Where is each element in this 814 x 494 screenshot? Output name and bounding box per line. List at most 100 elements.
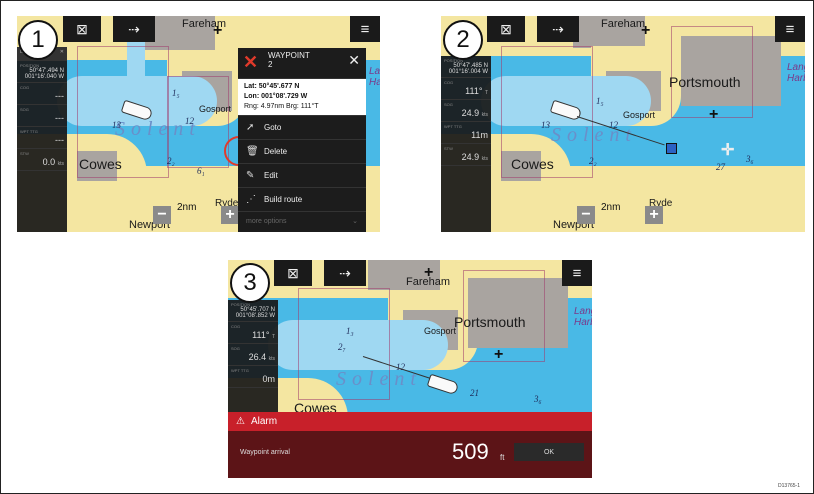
waypoint-context-menu: ✕ WAYPOINT 2 ✕ Lat: 50°45'.677 N Lon: 00… [238, 48, 366, 232]
stw-label: STW [444, 146, 453, 151]
waypoint-cross-icon[interactable]: + [641, 22, 650, 40]
depth-sounding: 3₆ [746, 154, 754, 164]
vessel-mode-icon[interactable]: ⇢ [324, 260, 366, 286]
menu-icon[interactable]: ≡ [562, 260, 592, 286]
vessel-mode-icon[interactable]: ⇢ [113, 16, 155, 42]
menu-item-build-route[interactable]: ⋰ Build route [238, 187, 366, 211]
place-fareham: Fareham [601, 18, 646, 30]
goto-icon: ➚ [246, 122, 255, 133]
depth-sounding: 3₆ [534, 394, 542, 404]
sog-value: --- [55, 113, 64, 123]
wpt-ttg-value: 11m [471, 130, 488, 140]
menu-item-label: Delete [264, 147, 288, 156]
chevron-down-icon: ⌄ [352, 218, 358, 225]
waypoint-cross-icon[interactable]: + [494, 346, 503, 364]
position-lon: 001°16'.040 W [24, 74, 64, 80]
sog-label: SOG [20, 107, 29, 112]
chart-panel-2[interactable]: Fareham Gosport Portsmouth Cowes Ryde Ne… [441, 16, 805, 232]
chart-panel-1[interactable]: Fareham Gosport Cowes Ryde Newport Langs… [17, 16, 380, 232]
alarm-dialog: ⚠ Alarm Waypoint arrival 509 ft OK [228, 412, 592, 478]
zoom-out-button[interactable]: − [153, 206, 171, 224]
alarm-distance-value: 509 [452, 439, 489, 464]
step-badge-2: 2 [443, 20, 483, 60]
place-gosport: Gosport [199, 104, 232, 114]
wpt-ttg-value: 0m [262, 374, 275, 384]
place-gosport: Gosport [424, 326, 457, 336]
sog-label: SOG [231, 346, 240, 351]
menu-icon[interactable]: ≡ [775, 16, 805, 42]
wpt-ttg-label: WPT TTG [20, 129, 38, 134]
position-label: POSITION [20, 63, 40, 68]
place-portsmouth: Portsmouth [454, 314, 526, 330]
position-lon: 001°16'.004 W [448, 69, 488, 75]
route-icon: ⋰ [246, 194, 256, 205]
depth-sounding: 2₂ [589, 156, 597, 166]
depth-sounding: 1₃ [346, 326, 354, 336]
data-sidebar: POSITION 50°47'.485 N 001°16'.004 W COG … [441, 56, 491, 232]
alarm-ok-button[interactable]: OK [514, 443, 584, 461]
scale-label: 2nm [601, 202, 621, 213]
stw-value: 0.0 kts [17, 156, 67, 168]
depth-sounding: 6₁ [197, 166, 205, 176]
waypoint-info: Lat: 50°45'.677 N Lon: 001°08'.729 W Rng… [238, 79, 366, 115]
more-options-label: more options [246, 217, 287, 225]
menu-item-label: Build route [264, 195, 303, 204]
cog-unit: T [271, 334, 275, 340]
alarm-body: Waypoint arrival 509 ft OK [228, 431, 592, 478]
waypoint-number: 2 [268, 60, 273, 69]
zoom-in-button[interactable]: + [221, 206, 239, 224]
waypoint-tool-icon[interactable]: ⊠ [274, 260, 312, 286]
trash-icon: 🗑 [246, 146, 259, 157]
close-icon[interactable]: ✕ [348, 52, 360, 69]
stw-label: STW [20, 151, 29, 156]
alarm-title: Alarm [250, 416, 278, 427]
data-sidebar: POSITION 50°45'.707 N 001°08'.852 W COG … [228, 300, 278, 412]
sog-value: 26.4 kts [228, 351, 278, 363]
zoom-in-button[interactable]: + [645, 206, 663, 224]
cog-value: 111° T [228, 329, 278, 341]
depth-sounding: 2₂ [167, 156, 175, 166]
place-langstone: Langst... Harbo... [574, 306, 592, 328]
menu-item-label: Edit [264, 171, 278, 180]
menu-item-goto[interactable]: ➚ Goto [238, 115, 366, 139]
waypoint-cross-icon[interactable]: + [213, 22, 222, 40]
vessel-mode-icon[interactable]: ⇢ [537, 16, 579, 42]
wpt-ttg-label: WPT TTG [231, 368, 249, 373]
alarm-message: Waypoint arrival [240, 449, 290, 456]
cog-number: 111° [465, 86, 483, 96]
waypoint-title: WAYPOINT 2 [268, 51, 310, 69]
step-badge-1: 1 [18, 20, 58, 60]
depth-sounding: 1₅ [596, 96, 604, 106]
waypoint-tool-icon[interactable]: ⊠ [63, 16, 101, 42]
menu-item-delete[interactable]: 🗑 Delete [238, 139, 366, 163]
waypoint-marker-icon[interactable] [666, 143, 677, 154]
depth-sounding: 13 [112, 120, 121, 130]
more-options-button[interactable]: more options ⌄ [238, 211, 366, 230]
menu-item-edit[interactable]: ✎ Edit [238, 163, 366, 187]
depth-sounding: 12 [185, 116, 194, 126]
position-lon: 001°08'.852 W [235, 313, 275, 319]
wpt-ttg-label: WPT TTG [444, 124, 462, 129]
depth-sounding: 1₅ [172, 88, 180, 98]
depth-sounding: 27 [716, 162, 725, 172]
waypoint-lat: Lat: 50°45'.677 N [244, 83, 300, 90]
depth-sounding: 13 [541, 120, 550, 130]
chart-boundary [671, 26, 753, 118]
waypoint-cross-icon[interactable]: + [709, 106, 718, 124]
stw-number: 24.9 [461, 152, 480, 162]
close-icon[interactable]: ✕ [60, 49, 64, 59]
sog-label: SOG [444, 102, 453, 107]
place-langstone: Langst... Harbo... [369, 66, 380, 88]
depth-sounding: 21 [470, 388, 479, 398]
cog-label: COG [20, 85, 30, 90]
waypoint-tool-icon[interactable]: ⊠ [487, 16, 525, 42]
stw-unit: kts [481, 156, 488, 162]
menu-icon[interactable]: ≡ [350, 16, 380, 42]
label-solent: Solent [551, 124, 637, 146]
sog-unit: kts [481, 112, 488, 118]
zoom-out-button[interactable]: − [577, 206, 595, 224]
cursor-cross-icon: ✛ [721, 142, 735, 159]
chart-panel-3[interactable]: Fareham Gosport Portsmouth Cowes Langst.… [228, 260, 592, 478]
scale-label: 2nm [177, 202, 197, 213]
waypoint-cross-icon[interactable]: + [424, 264, 433, 282]
